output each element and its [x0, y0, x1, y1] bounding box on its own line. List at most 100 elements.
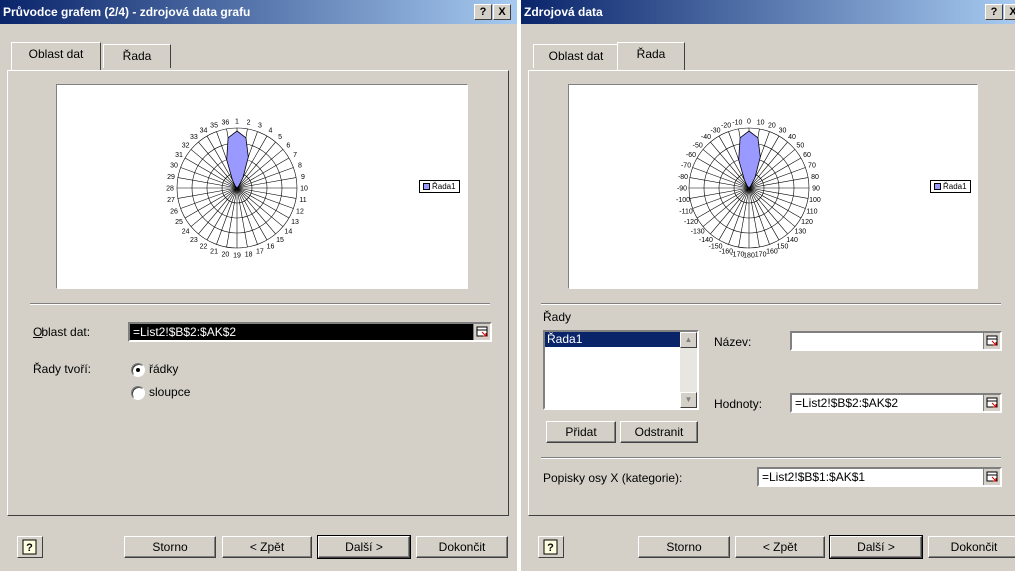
add-series-button[interactable]: Přidat [546, 421, 616, 443]
category-label: 80 [811, 174, 819, 181]
category-label: -110 [679, 208, 693, 215]
category-label: 12 [296, 208, 304, 215]
category-label: 13 [291, 219, 299, 226]
category-label: -10 [732, 120, 742, 127]
category-label: 2 [247, 120, 251, 127]
tab-data-range[interactable]: Oblast dat [533, 44, 619, 68]
category-label: 28 [166, 186, 174, 193]
series-listbox[interactable]: Řada1 ▲ ▼ [543, 330, 699, 410]
x-labels-value: =List2!$B$1:$AK$1 [762, 470, 866, 484]
title-bar[interactable]: Průvodce grafem (2/4) - zdrojová data gr… [0, 0, 517, 24]
scroll-up-icon[interactable]: ▲ [680, 332, 697, 348]
collapse-dialog-icon[interactable] [983, 395, 1000, 411]
radio-rows[interactable] [131, 363, 145, 377]
category-label: 23 [190, 237, 198, 244]
category-label: 21 [210, 248, 218, 255]
tab-series[interactable]: Řada [617, 42, 685, 70]
series-list-item[interactable]: Řada1 [545, 332, 680, 347]
help-title-button[interactable]: ? [985, 4, 1003, 20]
separator [541, 303, 1001, 305]
category-label: 40 [788, 134, 796, 141]
category-label: 10 [757, 120, 765, 127]
category-label: -100 [676, 197, 690, 204]
category-label: 90 [812, 186, 820, 193]
collapse-dialog-icon[interactable] [473, 324, 490, 340]
category-label: 150 [777, 244, 789, 251]
finish-button[interactable]: Dokončit [928, 536, 1015, 558]
category-label: 20 [768, 123, 776, 130]
category-label: -130 [691, 229, 705, 236]
category-label: 70 [808, 163, 816, 170]
category-label: 22 [200, 244, 208, 251]
back-button[interactable]: < Zpět [735, 536, 825, 558]
category-label: -20 [721, 123, 731, 130]
chart-wizard-dialog: Průvodce grafem (2/4) - zdrojová data gr… [0, 0, 517, 571]
radio-columns-label[interactable]: sloupce [149, 385, 190, 399]
category-label: -50 [693, 142, 703, 149]
collapse-dialog-icon[interactable] [983, 333, 1000, 349]
x-labels-input[interactable]: =List2!$B$1:$AK$1 [757, 467, 1002, 487]
category-label: 9 [301, 174, 305, 181]
cancel-button[interactable]: Storno [124, 536, 216, 558]
category-label: 31 [175, 152, 183, 159]
next-button[interactable]: Další > [829, 535, 923, 559]
data-range-label-text: blast dat: [41, 325, 91, 339]
category-label: 4 [269, 127, 273, 134]
category-label: 60 [803, 152, 811, 159]
category-label: -30 [710, 127, 720, 134]
svg-text:?: ? [547, 542, 554, 554]
data-range-input[interactable]: =List2!$B$2:$AK$2 [128, 322, 492, 342]
data-range-value: =List2!$B$2:$AK$2 [133, 325, 237, 339]
category-label: 19 [233, 253, 241, 260]
category-label: 27 [167, 197, 175, 204]
window-title: Průvodce grafem (2/4) - zdrojová data gr… [3, 5, 251, 19]
close-button[interactable]: X [1004, 4, 1015, 20]
radio-columns[interactable] [131, 386, 145, 400]
radar-chart: 1 2 34567891011121314151617181920212223242… [166, 119, 308, 260]
separator [30, 303, 490, 305]
category-label: 11 [299, 197, 306, 204]
chart-preview: 0 10 20 30 40 50 60 70 80 90 100 110 120 130 140 150 160… [568, 84, 978, 289]
x-labels-label: Popisky osy X (kategorie): [543, 471, 683, 485]
chart-legend: Řada1 [419, 180, 460, 193]
values-label: Hodnoty: [714, 397, 763, 411]
name-input[interactable] [790, 331, 1002, 351]
help-title-button[interactable]: ? [474, 4, 492, 20]
back-button[interactable]: < Zpět [222, 536, 312, 558]
legend-label: Řada1 [432, 182, 456, 191]
cancel-button[interactable]: Storno [638, 536, 730, 558]
radio-rows-label[interactable]: řádky [149, 362, 178, 376]
close-button[interactable]: X [493, 4, 511, 20]
category-label: 36 [221, 120, 229, 127]
legend-label: Řada1 [943, 182, 967, 191]
category-label: 100 [809, 197, 821, 204]
help-button[interactable]: ? [17, 536, 43, 558]
category-label: 15 [276, 237, 284, 244]
title-bar[interactable]: Zdrojová data [521, 0, 1015, 24]
category-label: -120 [684, 219, 698, 226]
scroll-down-icon[interactable]: ▼ [680, 392, 697, 408]
next-button[interactable]: Další > [317, 535, 411, 559]
values-value: =List2!$B$2:$AK$2 [795, 396, 899, 410]
chart-legend: Řada1 [930, 180, 971, 193]
tab-data-range[interactable]: Oblast dat [11, 42, 101, 70]
category-label: 170 [755, 251, 767, 258]
help-button[interactable]: ? [538, 536, 564, 558]
remove-series-button[interactable]: Odstranit [620, 421, 698, 443]
series-list-scrollbar[interactable]: ▲ ▼ [680, 332, 697, 408]
category-label: 24 [182, 229, 190, 236]
category-label: 30 [779, 127, 787, 134]
category-label: 14 [284, 229, 292, 236]
values-input[interactable]: =List2!$B$2:$AK$2 [790, 393, 1002, 413]
series-list-label: Řady [543, 310, 572, 324]
collapse-dialog-icon[interactable] [983, 469, 1000, 485]
tab-series[interactable]: Řada [103, 44, 171, 68]
finish-button[interactable]: Dokončit [416, 536, 508, 558]
category-label: 160 [766, 248, 778, 255]
category-label: 6 [286, 142, 290, 149]
help-icon: ? [543, 539, 558, 555]
category-label: 0 [747, 119, 751, 126]
category-label: 3 [258, 123, 262, 130]
svg-text:?: ? [26, 542, 33, 554]
category-label: 34 [200, 127, 208, 134]
